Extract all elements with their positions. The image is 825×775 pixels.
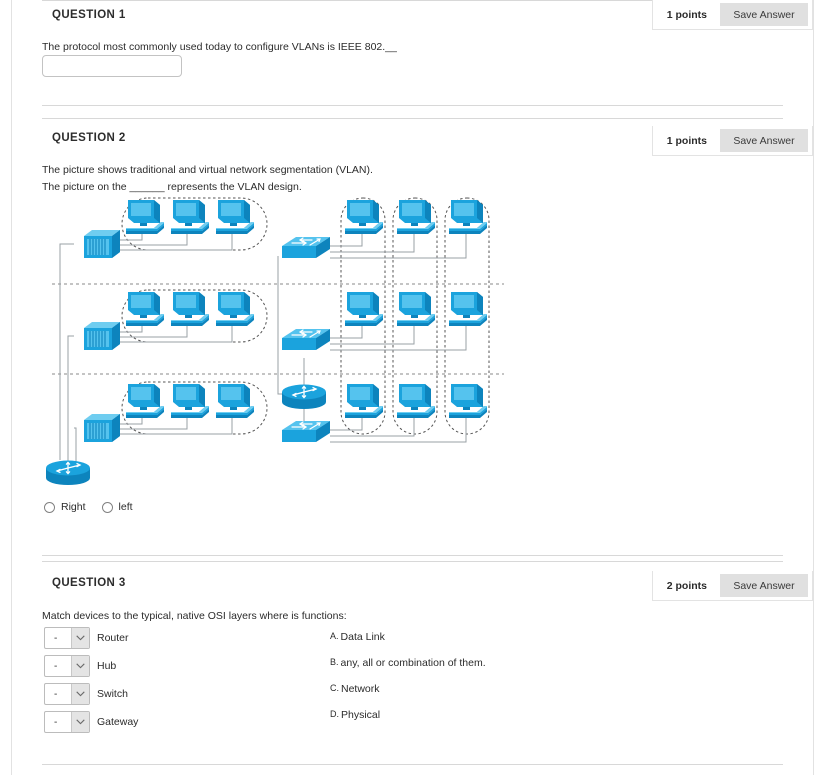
quiz-page: QUESTION 1 1 points Save Answer The prot…: [0, 0, 825, 775]
answer-choice-b-letter: B.: [330, 657, 339, 667]
answer-choice-d: D. Physical: [330, 709, 380, 721]
answer-choice-d-letter: D.: [330, 709, 339, 719]
question-2-points: 1 points: [666, 134, 707, 147]
match-select-switch-value: -: [54, 688, 58, 700]
question-3-top-rule: [42, 561, 783, 562]
match-select-gateway[interactable]: -: [44, 711, 90, 733]
match-select-gateway-value: -: [54, 716, 58, 728]
match-label-hub: Hub: [97, 660, 117, 672]
question-1-save-answer-button[interactable]: Save Answer: [720, 3, 808, 26]
question-3-title: QUESTION 3: [52, 577, 126, 589]
answer-choice-b-text: any, all or combination of them.: [340, 657, 486, 669]
vlan-comparison-diagram: [42, 196, 512, 501]
question-2-title: QUESTION 2: [52, 132, 126, 144]
question-block-1: QUESTION 1 1 points Save Answer The prot…: [0, 0, 825, 118]
question-2-option-left-label: left: [118, 501, 133, 513]
question-3-save-answer-button[interactable]: Save Answer: [720, 574, 808, 597]
question-2-points-bar: 1 points Save Answer: [651, 126, 813, 156]
match-row-router: - Router: [44, 627, 129, 649]
radio-icon[interactable]: [44, 501, 55, 513]
match-row-hub: - Hub: [44, 655, 116, 677]
question-2-options: Right left: [44, 501, 149, 513]
question-3-points: 2 points: [666, 579, 707, 592]
chevron-down-icon[interactable]: [71, 712, 89, 732]
match-select-hub[interactable]: -: [44, 655, 90, 677]
answer-choice-c-text: Network: [341, 683, 380, 695]
question-block-3: QUESTION 3 2 points Save Answer Match de…: [0, 561, 825, 775]
question-2-option-right[interactable]: Right: [44, 501, 86, 513]
question-1-points-bar: 1 points Save Answer: [651, 0, 813, 30]
match-select-router-value: -: [54, 632, 58, 644]
question-2-bottom-rule: [42, 555, 783, 556]
question-2-option-right-label: Right: [61, 501, 86, 513]
answer-choice-c-letter: C.: [330, 683, 339, 693]
question-2-top-rule: [42, 118, 783, 119]
match-select-router[interactable]: -: [44, 627, 90, 649]
question-block-2: QUESTION 2 1 points Save Answer The pict…: [0, 118, 825, 561]
chevron-down-icon[interactable]: [71, 656, 89, 676]
match-row-switch: - Switch: [44, 683, 128, 705]
radio-icon[interactable]: [101, 501, 113, 513]
question-3-bottom-rule: [42, 764, 783, 765]
question-1-bottom-rule: [42, 105, 783, 106]
question-2-option-left[interactable]: left: [101, 501, 133, 513]
match-select-hub-value: -: [54, 660, 58, 672]
chevron-down-icon[interactable]: [71, 628, 89, 648]
question-2-save-answer-button[interactable]: Save Answer: [720, 129, 808, 152]
answer-choice-c: C. Network: [330, 683, 380, 695]
match-label-gateway: Gateway: [97, 716, 139, 728]
answer-choice-d-text: Physical: [341, 709, 381, 721]
question-3-prompt: Match devices to the typical, native OSI…: [42, 610, 347, 622]
question-1-prompt: The protocol most commonly used today to…: [42, 41, 397, 53]
answer-choice-b: B. any, all or combination of them.: [330, 657, 486, 669]
question-3-points-bar: 2 points Save Answer: [651, 571, 813, 601]
match-label-router: Router: [97, 632, 129, 644]
chevron-down-icon[interactable]: [71, 684, 89, 704]
match-label-switch: Switch: [97, 688, 128, 700]
match-row-gateway: - Gateway: [44, 711, 138, 733]
question-2-prompt-line-2: The picture on the ______ represents the…: [42, 181, 302, 193]
answer-choice-a-text: Data Link: [340, 631, 385, 643]
match-select-switch[interactable]: -: [44, 683, 90, 705]
question-2-prompt-line-1: The picture shows traditional and virtua…: [42, 164, 373, 176]
answer-choice-a: A. Data Link: [330, 631, 385, 643]
question-1-title: QUESTION 1: [52, 9, 126, 21]
question-1-points: 1 points: [666, 8, 707, 21]
question-1-answer-input[interactable]: [42, 55, 182, 77]
answer-choice-a-letter: A.: [330, 631, 339, 641]
